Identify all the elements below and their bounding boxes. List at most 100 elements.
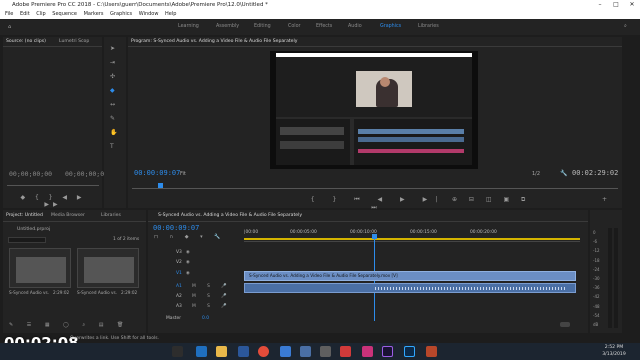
workspace-graphics[interactable]: Graphics	[380, 24, 401, 29]
source-panel: Source: (no clips) Lumetri Scop 00;00;00…	[3, 37, 108, 208]
eye-icon[interactable]: ◉	[186, 250, 190, 255]
program-video-frame[interactable]	[270, 51, 478, 169]
video-clip[interactable]: S-Synced Audio vs. Adding a Video File &…	[244, 271, 576, 281]
add-button-icon[interactable]: +	[602, 196, 607, 203]
workspace-editing[interactable]: Editing	[254, 24, 271, 29]
project-item-name: S-Synced Audio vs.	[77, 290, 118, 295]
premiere-icon[interactable]	[382, 346, 393, 357]
project-search-input[interactable]	[8, 237, 46, 243]
minimize-icon[interactable]: –	[592, 0, 608, 10]
program-duration: 00:02:29:02	[572, 169, 619, 177]
track-headers: V3 V2 V1 A1 A2 A3 ◉ ◉ ◉ M S 🎤 M S 🎤 M S …	[158, 250, 242, 330]
menu-clip[interactable]: Clip	[36, 11, 45, 17]
program-extra-buttons[interactable]: ⊕ ⊟ ◫ ▣ ⧉	[452, 196, 530, 204]
powerpoint-icon[interactable]	[426, 346, 437, 357]
project-item-duration: 2:29:02	[121, 290, 138, 295]
track-a1-label[interactable]: A1	[176, 284, 182, 289]
workspace-assembly[interactable]: Assembly	[216, 24, 239, 29]
maximize-icon[interactable]: □	[608, 0, 624, 10]
source-tab[interactable]: Source: (no clips)	[6, 39, 46, 44]
menu-edit[interactable]: Edit	[20, 11, 30, 17]
workspace-effects[interactable]: Effects	[316, 24, 332, 29]
razor-tool-icon[interactable]: ◆	[110, 87, 115, 94]
project-tab[interactable]: Project: Untitled	[6, 213, 43, 218]
menu-file[interactable]: File	[5, 11, 13, 17]
selection-tool-icon[interactable]: ➤	[110, 45, 115, 52]
close-icon[interactable]: ✕	[624, 0, 640, 10]
track-a2-label[interactable]: A2	[176, 294, 182, 299]
lumetri-tab[interactable]: Lumetri Scop	[59, 39, 89, 44]
audio-track-controls[interactable]: M S 🎤	[192, 294, 232, 299]
eye-icon[interactable]: ◉	[186, 271, 190, 276]
meter-right-channel	[614, 228, 618, 328]
search-icon[interactable]: ⌕	[624, 23, 627, 29]
menu-bar: File Edit Clip Sequence Markers Graphics…	[0, 10, 640, 19]
eye-icon[interactable]: ◉	[186, 260, 190, 265]
menu-graphics[interactable]: Graphics	[110, 11, 132, 17]
wrench-icon[interactable]: 🔧	[560, 170, 567, 177]
work-area-bar[interactable]	[244, 238, 580, 240]
project-item-duration: 2:29:02	[53, 290, 70, 295]
menu-window[interactable]: Window	[139, 11, 159, 17]
timeline-toolbar[interactable]: ⊓ ∩ ◆ ▾ 🔧	[154, 234, 226, 240]
window-title-bar: Adobe Premiere Pro CC 2018 - C:\Users\gu…	[0, 0, 640, 10]
audio-meters-panel: 0 -6 -12 -18 -24 -30 -36 -42 -48 -54 dB	[590, 210, 622, 333]
track-v2-label[interactable]: V2	[176, 260, 182, 265]
edge-icon[interactable]	[196, 346, 207, 357]
app-icon[interactable]	[362, 346, 373, 357]
start-icon[interactable]	[172, 346, 183, 357]
menu-sequence[interactable]: Sequence	[52, 11, 77, 17]
hand-tool-icon[interactable]: ✋	[110, 129, 117, 136]
project-item-thumbnail[interactable]	[77, 248, 139, 288]
ripple-edit-icon[interactable]: ✣	[110, 73, 115, 80]
slip-tool-icon[interactable]: ↔	[110, 101, 115, 108]
workspace-bar: ⌂ Learning Assembly Editing Color Effect…	[0, 19, 640, 35]
playback-resolution-select[interactable]: 1/2	[532, 171, 540, 177]
source-transport-controls[interactable]: ◆ { } ◀ ▶ ▶▶	[13, 194, 93, 208]
audio-track-controls[interactable]: M S 🎤	[192, 284, 232, 289]
timeline-tab[interactable]: S-Synced Audio vs. Adding a Video File &…	[158, 213, 302, 218]
timeline-scrollbar-handle[interactable]	[560, 322, 570, 327]
type-tool-icon[interactable]: T	[110, 143, 114, 150]
audio-clip[interactable]	[244, 283, 576, 293]
program-tab[interactable]: Program: S-Synced Audio vs. Adding a Vid…	[131, 39, 298, 44]
app-icon[interactable]	[320, 346, 331, 357]
media-browser-tab[interactable]: Media Browser	[51, 213, 85, 218]
timeline-panel: S-Synced Audio vs. Adding a Video File &…	[148, 210, 588, 333]
menu-markers[interactable]: Markers	[84, 11, 104, 17]
workspace-learning[interactable]: Learning	[178, 24, 199, 29]
track-a3-label[interactable]: A3	[176, 304, 182, 309]
vivaldi-icon[interactable]	[340, 346, 351, 357]
word-icon[interactable]	[238, 346, 249, 357]
source-duration: 00;00;00;00	[65, 170, 109, 178]
status-bar-text: Overwrites a link. Use Shift for all too…	[70, 336, 160, 341]
project-item-thumbnail[interactable]	[9, 248, 71, 288]
track-select-icon[interactable]: ⇥	[110, 59, 115, 66]
track-v1-label[interactable]: V1	[176, 271, 182, 276]
libraries-tab[interactable]: Libraries	[101, 213, 121, 218]
program-fit-select[interactable]: Fit	[180, 171, 186, 177]
workspace-color[interactable]: Color	[288, 24, 301, 29]
master-track-value[interactable]: 0.0	[202, 316, 209, 321]
audio-track-controls[interactable]: M S 🎤	[192, 304, 232, 309]
project-footer-controls[interactable]: ✎ ☰ ▦ ◯ ⌕ ▤ 🗑	[9, 322, 129, 328]
menu-help[interactable]: Help	[165, 11, 176, 17]
workspace-libraries[interactable]: Libraries	[418, 24, 439, 29]
timeline-ruler[interactable]: |00:00 00:00:05:00 00:00:10:00 00:00:15:…	[244, 228, 580, 242]
timeline-timecode[interactable]: 00:00:09:07	[153, 224, 199, 232]
store-icon[interactable]	[280, 346, 291, 357]
project-item-count: 1 of 2 items	[113, 237, 140, 242]
program-playhead-timecode[interactable]: 00:00:09:07	[134, 169, 180, 177]
source-timecode[interactable]: 00;00;00;00	[9, 170, 52, 178]
chrome-icon[interactable]	[258, 346, 269, 357]
pen-tool-icon[interactable]: ✎	[110, 115, 115, 122]
program-playhead[interactable]	[158, 183, 163, 188]
photoshop-icon[interactable]	[404, 346, 415, 357]
taskbar: 2:52 PM 3/13/2019	[0, 343, 640, 360]
track-v3-label[interactable]: V3	[176, 250, 182, 255]
workspace-audio[interactable]: Audio	[348, 24, 362, 29]
home-icon[interactable]: ⌂	[8, 24, 11, 30]
calendar-icon[interactable]	[300, 346, 311, 357]
program-scrubber[interactable]	[132, 188, 618, 189]
explorer-icon[interactable]	[216, 346, 227, 357]
